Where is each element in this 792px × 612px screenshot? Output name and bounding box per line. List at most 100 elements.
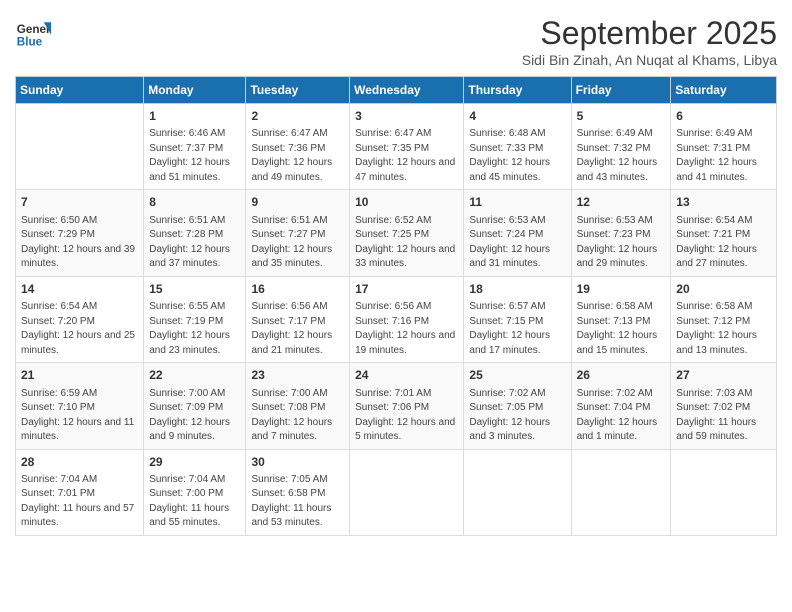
calendar-cell: 29Sunrise: 7:04 AMSunset: 7:00 PMDayligh…: [144, 449, 246, 535]
day-number: 26: [577, 367, 666, 384]
sunset-text: Sunset: 7:00 PM: [149, 487, 240, 502]
sunset-text: Sunset: 6:58 PM: [251, 487, 344, 502]
daylight-text: Daylight: 11 hours and 59 minutes.: [676, 416, 771, 445]
daylight-text: Daylight: 12 hours and 37 minutes.: [149, 243, 240, 272]
week-row-4: 21Sunrise: 6:59 AMSunset: 7:10 PMDayligh…: [16, 363, 777, 449]
sunrise-text: Sunrise: 6:52 AM: [355, 214, 458, 229]
sunrise-text: Sunrise: 6:54 AM: [21, 300, 138, 315]
calendar-cell: 3Sunrise: 6:47 AMSunset: 7:35 PMDaylight…: [350, 104, 464, 190]
day-number: 10: [355, 194, 458, 211]
sunset-text: Sunset: 7:04 PM: [577, 401, 666, 416]
sunset-text: Sunset: 7:35 PM: [355, 142, 458, 157]
calendar-cell: 2Sunrise: 6:47 AMSunset: 7:36 PMDaylight…: [246, 104, 350, 190]
month-title: September 2025: [522, 15, 777, 52]
sunrise-text: Sunrise: 7:04 AM: [21, 473, 138, 488]
sunrise-text: Sunrise: 6:53 AM: [469, 214, 565, 229]
day-number: 22: [149, 367, 240, 384]
calendar-cell: [671, 449, 777, 535]
week-row-5: 28Sunrise: 7:04 AMSunset: 7:01 PMDayligh…: [16, 449, 777, 535]
calendar-cell: 5Sunrise: 6:49 AMSunset: 7:32 PMDaylight…: [571, 104, 671, 190]
sunrise-text: Sunrise: 6:53 AM: [577, 214, 666, 229]
sunset-text: Sunset: 7:09 PM: [149, 401, 240, 416]
calendar-cell: 19Sunrise: 6:58 AMSunset: 7:13 PMDayligh…: [571, 276, 671, 362]
calendar-cell: 7Sunrise: 6:50 AMSunset: 7:29 PMDaylight…: [16, 190, 144, 276]
sunset-text: Sunset: 7:29 PM: [21, 228, 138, 243]
col-header-wednesday: Wednesday: [350, 77, 464, 104]
calendar-cell: 10 Sunrise: 6:52 AMSunset: 7:25 PMDayligh…: [350, 190, 464, 276]
day-number: 28: [21, 454, 138, 471]
week-row-3: 14Sunrise: 6:54 AMSunset: 7:20 PMDayligh…: [16, 276, 777, 362]
calendar-cell: 17Sunrise: 6:56 AMSunset: 7:16 PMDayligh…: [350, 276, 464, 362]
daylight-text: Daylight: 12 hours and 13 minutes.: [676, 329, 771, 358]
day-number: 25: [469, 367, 565, 384]
logo-icon: General Blue: [15, 15, 51, 51]
day-number: 11: [469, 194, 565, 211]
location-subtitle: Sidi Bin Zinah, An Nuqat al Khams, Libya: [522, 52, 777, 68]
col-header-friday: Friday: [571, 77, 671, 104]
day-number: 21: [21, 367, 138, 384]
logo: General Blue: [15, 15, 51, 51]
calendar-cell: [464, 449, 571, 535]
col-header-tuesday: Tuesday: [246, 77, 350, 104]
daylight-text: Daylight: 12 hours and 19 minutes.: [355, 329, 458, 358]
day-number: 16: [251, 281, 344, 298]
day-number: 15: [149, 281, 240, 298]
calendar-cell: [350, 449, 464, 535]
sunrise-text: Sunrise: 6:58 AM: [577, 300, 666, 315]
daylight-text: Daylight: 12 hours and 9 minutes.: [149, 416, 240, 445]
day-number: 24: [355, 367, 458, 384]
calendar-cell: 27Sunrise: 7:03 AMSunset: 7:02 PMDayligh…: [671, 363, 777, 449]
calendar-cell: 21Sunrise: 6:59 AMSunset: 7:10 PMDayligh…: [16, 363, 144, 449]
daylight-text: Daylight: 12 hours and 43 minutes.: [577, 156, 666, 185]
daylight-text: Daylight: 12 hours and 33 minutes.: [355, 243, 458, 272]
sunrise-text: Sunrise: 6:51 AM: [251, 214, 344, 229]
day-number: 3: [355, 108, 458, 125]
calendar-cell: 18Sunrise: 6:57 AMSunset: 7:15 PMDayligh…: [464, 276, 571, 362]
daylight-text: Daylight: 12 hours and 3 minutes.: [469, 416, 565, 445]
col-header-saturday: Saturday: [671, 77, 777, 104]
sunrise-text: Sunrise: 6:50 AM: [21, 214, 138, 229]
sunset-text: Sunset: 7:36 PM: [251, 142, 344, 157]
calendar-cell: [571, 449, 671, 535]
calendar-cell: [16, 104, 144, 190]
calendar-cell: 4Sunrise: 6:48 AMSunset: 7:33 PMDaylight…: [464, 104, 571, 190]
day-number: 17: [355, 281, 458, 298]
sunrise-text: Sunrise: 6:54 AM: [676, 214, 771, 229]
day-number: 1: [149, 108, 240, 125]
day-number: 23: [251, 367, 344, 384]
calendar-cell: 12Sunrise: 6:53 AMSunset: 7:23 PMDayligh…: [571, 190, 671, 276]
page-header: General Blue September 2025 Sidi Bin Zin…: [15, 15, 777, 68]
daylight-text: Daylight: 11 hours and 55 minutes.: [149, 502, 240, 531]
day-number: 18: [469, 281, 565, 298]
daylight-text: Daylight: 12 hours and 29 minutes.: [577, 243, 666, 272]
calendar-cell: 16Sunrise: 6:56 AMSunset: 7:17 PMDayligh…: [246, 276, 350, 362]
sunrise-text: Sunrise: 6:48 AM: [469, 127, 565, 142]
calendar-cell: 28Sunrise: 7:04 AMSunset: 7:01 PMDayligh…: [16, 449, 144, 535]
sunrise-text: Sunrise: 7:00 AM: [251, 387, 344, 402]
sunrise-text: Sunrise: 6:46 AM: [149, 127, 240, 142]
sunset-text: Sunset: 7:16 PM: [355, 315, 458, 330]
sunset-text: Sunset: 7:02 PM: [676, 401, 771, 416]
daylight-text: Daylight: 12 hours and 21 minutes.: [251, 329, 344, 358]
sunset-text: Sunset: 7:20 PM: [21, 315, 138, 330]
daylight-text: Daylight: 12 hours and 47 minutes.: [355, 156, 458, 185]
sunset-text: Sunset: 7:24 PM: [469, 228, 565, 243]
day-number: 13: [676, 194, 771, 211]
day-number: 12: [577, 194, 666, 211]
calendar-cell: 1Sunrise: 6:46 AMSunset: 7:37 PMDaylight…: [144, 104, 246, 190]
daylight-text: Daylight: 12 hours and 11 minutes.: [21, 416, 138, 445]
sunset-text: Sunset: 7:32 PM: [577, 142, 666, 157]
sunset-text: Sunset: 7:25 PM: [355, 228, 458, 243]
daylight-text: Daylight: 12 hours and 45 minutes.: [469, 156, 565, 185]
sunset-text: Sunset: 7:19 PM: [149, 315, 240, 330]
daylight-text: Daylight: 12 hours and 1 minute.: [577, 416, 666, 445]
sunrise-text: Sunrise: 6:56 AM: [251, 300, 344, 315]
daylight-text: Daylight: 12 hours and 17 minutes.: [469, 329, 565, 358]
week-row-1: 1Sunrise: 6:46 AMSunset: 7:37 PMDaylight…: [16, 104, 777, 190]
sunset-text: Sunset: 7:33 PM: [469, 142, 565, 157]
sunrise-text: Sunrise: 7:02 AM: [577, 387, 666, 402]
sunset-text: Sunset: 7:31 PM: [676, 142, 771, 157]
day-number: 30: [251, 454, 344, 471]
sunrise-text: Sunrise: 6:58 AM: [676, 300, 771, 315]
calendar-cell: 6Sunrise: 6:49 AMSunset: 7:31 PMDaylight…: [671, 104, 777, 190]
